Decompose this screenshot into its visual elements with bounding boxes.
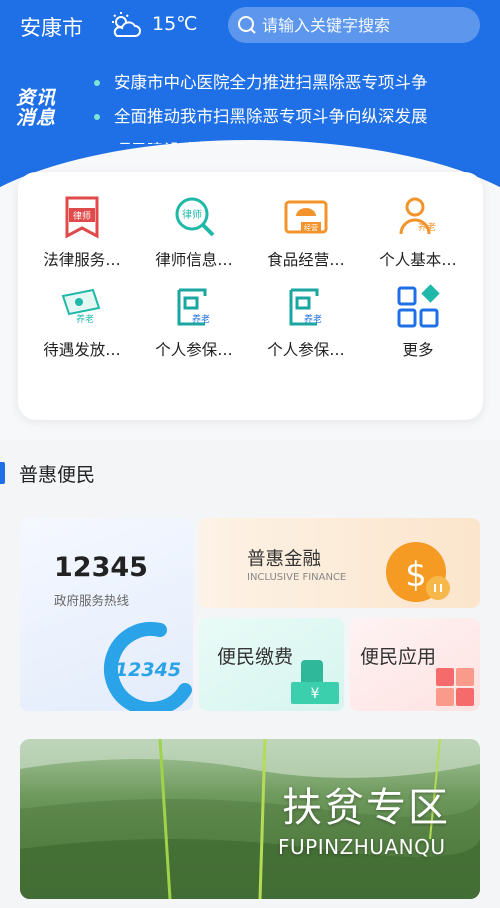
apps-title: 便民应用 (360, 646, 437, 668)
money-pension-icon: 养老 (61, 288, 101, 325)
apps-tile[interactable]: 便民应用 (350, 618, 480, 711)
payment-title: 便民缴费 (217, 646, 294, 668)
service-more[interactable]: 更多 (362, 284, 474, 360)
svg-text:¥: ¥ (311, 686, 320, 702)
temperature: 15℃ (152, 13, 198, 35)
service-food[interactable]: 经营 食品经营… (250, 194, 362, 270)
finance-title: 普惠金融 (247, 549, 322, 570)
svg-text:养老: 养老 (76, 313, 94, 325)
svg-text:养老: 养老 (418, 221, 436, 233)
svg-text:经营: 经营 (304, 223, 318, 232)
coin-icon: $ (386, 542, 450, 602)
service-lawyer-info[interactable]: 律师 律师信息… (138, 194, 250, 270)
news-ticker: 安康市中心医院全力推进扫黑除恶专项斗争 全面推动我市扫黑除恶专项斗争向纵深发展 … (92, 68, 484, 144)
finance-subtitle: INCLUSIVE FINANCE (247, 572, 347, 583)
service-benefit-payment[interactable]: 养老 待遇发放… (26, 284, 138, 360)
services-grid: 律师 法律服务… 律师 律师信息… 经营 食品经营… 养老 个人基本… 养老 待… (18, 194, 483, 360)
service-legal[interactable]: 律师 法律服务… (26, 194, 138, 270)
service-insurance-2[interactable]: 养老 个人参保… (250, 284, 362, 360)
city-selector[interactable]: 安康市 (20, 12, 83, 42)
hotline-number: 12345 (54, 552, 148, 583)
svg-text:$: $ (405, 555, 427, 595)
svg-text:养老: 养老 (192, 313, 210, 325)
svg-text:养老: 养老 (304, 313, 322, 325)
lawyer-search-icon: 律师 (175, 197, 215, 237)
section-header: 普惠便民 (0, 458, 95, 488)
service-insurance-1[interactable]: 养老 个人参保… (138, 284, 250, 360)
insurance-pension-icon: 养老 (289, 288, 322, 326)
news-logo: 资讯 消息 (16, 87, 57, 129)
top-bar: 安康市 15℃ (0, 0, 500, 52)
food-business-icon: 经营 (284, 200, 328, 234)
apps-blocks-icon (436, 668, 474, 706)
svg-text:律师: 律师 (73, 210, 91, 222)
search-icon (238, 16, 256, 34)
lawyer-bookmark-icon: 律师 (65, 196, 99, 239)
more-grid-icon (397, 284, 440, 328)
payment-tile[interactable]: 便民缴费 ¥ (199, 618, 344, 711)
services-card: 律师 法律服务… 律师 律师信息… 经营 食品经营… 养老 个人基本… 养老 待… (18, 172, 483, 420)
svg-text:12345: 12345 (115, 659, 181, 681)
finance-tile[interactable]: 普惠金融 INCLUSIVE FINANCE $ (199, 518, 480, 608)
poverty-alleviation-banner[interactable]: 扶贫专区 FUPINZHUANQU (20, 739, 480, 899)
insurance-pension-icon: 养老 (177, 288, 210, 326)
poverty-subtitle: FUPINZHUANQU (278, 835, 446, 859)
news-item[interactable]: 全面推动我市扫黑除恶专项斗争向纵深发展 (92, 102, 484, 136)
poverty-title: 扶贫专区 (282, 785, 450, 831)
payment-hand-icon: ¥ (291, 660, 339, 704)
hotline-logo-icon: 12345 (103, 621, 192, 711)
partly-cloudy-icon (112, 12, 141, 37)
section-title: 普惠便民 (19, 463, 96, 486)
service-personal-info[interactable]: 养老 个人基本… (362, 194, 474, 270)
hotline-label: 政府服务热线 (54, 593, 130, 608)
section-accent-bar (0, 462, 5, 484)
news-item[interactable]: 安康市中心医院全力推进扫黑除恶专项斗争 (92, 68, 484, 102)
search-input[interactable] (262, 15, 472, 35)
svg-text:律师: 律师 (182, 208, 202, 221)
person-pension-icon: 养老 (399, 197, 436, 235)
news-item[interactable]: 项目建设成效显著 (92, 136, 484, 144)
hotline-tile[interactable]: 12345 政府服务热线 12345 (20, 518, 193, 711)
search-bar[interactable] (228, 7, 480, 43)
